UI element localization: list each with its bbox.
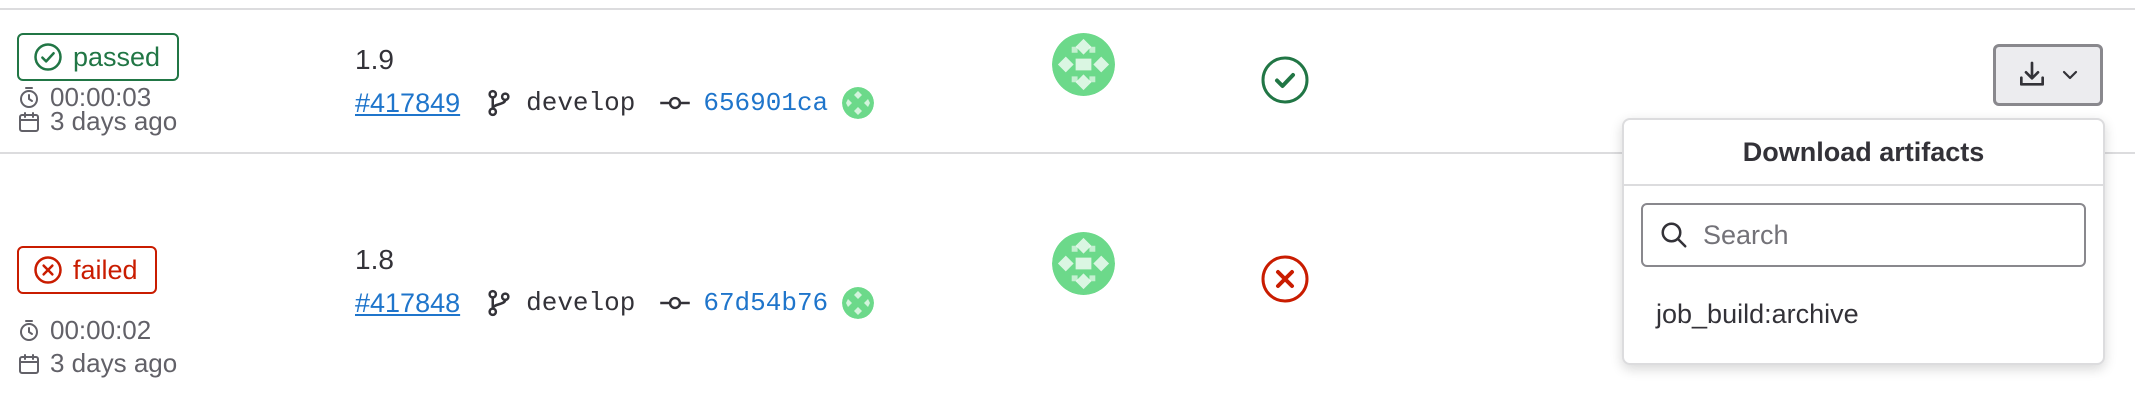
status-label: passed — [73, 41, 161, 72]
download-icon — [2020, 61, 2044, 86]
branch-icon — [488, 89, 510, 117]
branch-icon — [488, 289, 510, 317]
artifact-item[interactable]: job_build:archive — [1624, 285, 2103, 343]
status-badge-failed[interactable]: failed — [17, 246, 157, 294]
job-id-link[interactable]: #417848 — [355, 288, 460, 319]
calendar-icon — [19, 111, 39, 132]
job-id-link[interactable]: #417849 — [355, 88, 460, 119]
check-circle-icon[interactable] — [1261, 56, 1309, 104]
close-circle-icon[interactable] — [1261, 255, 1309, 303]
duration-value: 00:00:02 — [50, 315, 152, 345]
job-ref: #417849 develop 656901ca — [355, 86, 875, 120]
close-circle-icon — [34, 256, 62, 284]
commit-icon — [660, 96, 691, 110]
timer-icon — [20, 319, 38, 341]
duration: 00:00:02 — [17, 315, 151, 346]
download-artifacts-dropdown: Download artifacts job_build:archive — [1622, 118, 2105, 365]
job-ref: #417848 develop 67d54b76 — [355, 286, 875, 320]
branch-name[interactable]: develop — [526, 88, 635, 118]
search-input[interactable] — [1701, 218, 2065, 252]
commit-sha[interactable]: 67d54b76 — [703, 288, 828, 318]
check-circle-icon — [34, 43, 62, 71]
status-badge-passed[interactable]: passed — [17, 33, 180, 81]
finished-time: 3 days ago — [17, 106, 177, 137]
branch-name[interactable]: develop — [526, 288, 635, 318]
finished-value: 3 days ago — [50, 106, 178, 136]
finished-time: 3 days ago — [17, 348, 177, 379]
job-version: 1.8 — [355, 244, 394, 275]
download-artifacts-button[interactable] — [1993, 44, 2103, 106]
search-icon — [1661, 222, 1687, 248]
user-avatar[interactable] — [1052, 33, 1115, 96]
chevron-down-icon — [2062, 70, 2078, 80]
finished-value: 3 days ago — [50, 348, 178, 378]
user-avatar[interactable] — [1052, 232, 1115, 295]
commit-icon — [660, 296, 691, 310]
dropdown-title: Download artifacts — [1624, 120, 2103, 186]
calendar-icon — [19, 353, 39, 374]
commit-author-avatar[interactable] — [842, 287, 875, 319]
job-version: 1.9 — [355, 44, 394, 75]
status-label: failed — [73, 254, 138, 285]
commit-author-avatar[interactable] — [842, 87, 875, 119]
commit-sha[interactable]: 656901ca — [703, 88, 828, 118]
search-field[interactable] — [1641, 203, 2086, 267]
